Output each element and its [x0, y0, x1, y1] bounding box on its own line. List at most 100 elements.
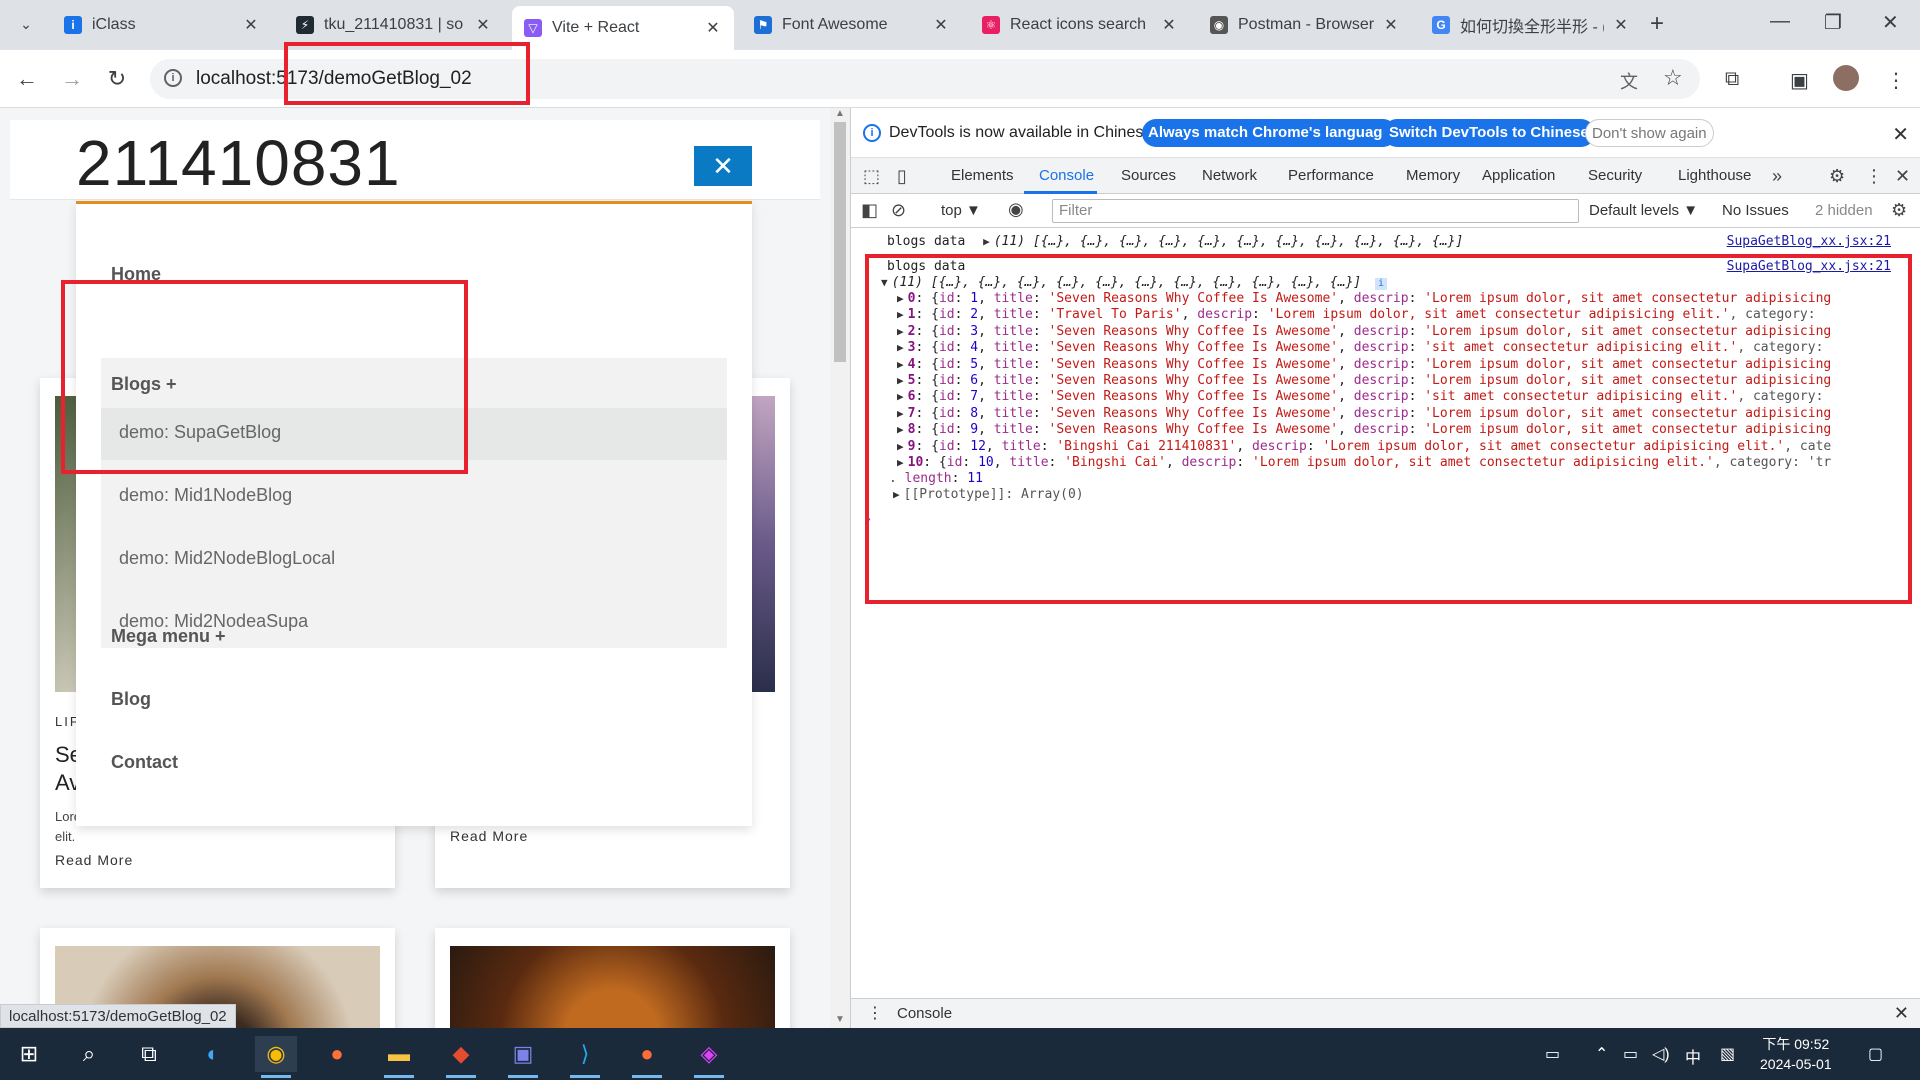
log-source-link[interactable]: SupaGetBlog_xx.jsx:21 — [1727, 234, 1891, 249]
menu-item-blog[interactable]: Blog — [111, 689, 151, 710]
settings-gear-icon[interactable]: ⚙ — [1829, 166, 1845, 187]
ime-indicator[interactable]: 中 — [1685, 1044, 1701, 1068]
new-tab-plus-icon[interactable]: + — [1650, 10, 1664, 38]
drawer-close-icon[interactable]: ✕ — [1894, 1003, 1909, 1024]
postman-icon[interactable]: ● — [626, 1036, 668, 1078]
menu-close-button[interactable]: ✕ — [694, 146, 752, 186]
task-view-icon[interactable]: ⧉ — [128, 1036, 170, 1072]
app-drop-icon[interactable]: ◈ — [688, 1036, 730, 1078]
context-selector[interactable]: top ▼ — [941, 202, 981, 219]
tab-elements[interactable]: Elements — [951, 167, 1014, 184]
tab-search-dropdown-icon[interactable]: ⌄ — [11, 9, 41, 39]
card-read-more-link[interactable]: Read More — [450, 828, 528, 844]
browser-tab[interactable]: i iClass ✕ — [52, 8, 272, 42]
submenu-item-mid1nodeblog[interactable]: demo: Mid1NodeBlog — [101, 471, 727, 523]
log-levels-dropdown[interactable]: Default levels ▼ — [1589, 202, 1698, 219]
submenu-item-mid2nodebloglocal[interactable]: demo: Mid2NodeBlogLocal — [101, 534, 727, 586]
sidebar-toggle-icon[interactable]: ◧ — [861, 200, 878, 221]
forward-arrow-icon[interactable]: → — [57, 64, 87, 94]
restore-icon[interactable]: ❐ — [1824, 10, 1842, 35]
chrome-menu-icon[interactable]: ⋮ — [1886, 68, 1906, 93]
console-settings-gear-icon[interactable]: ⚙ — [1891, 200, 1907, 221]
browser-tab[interactable]: ◉ Postman - Browser ✕ — [1198, 8, 1412, 42]
banner-close-icon[interactable]: ✕ — [1892, 122, 1909, 147]
tab-security[interactable]: Security — [1588, 167, 1642, 184]
blog-card[interactable] — [435, 928, 790, 1028]
tab-close-icon[interactable]: ✕ — [242, 15, 260, 35]
back-arrow-icon[interactable]: ← — [12, 64, 42, 94]
tab-close-icon[interactable]: ✕ — [1382, 15, 1400, 35]
menu-item-mega-menu[interactable]: Mega menu + — [111, 626, 226, 647]
notification-icon[interactable]: ▢ — [1868, 1044, 1883, 1064]
browser-tab[interactable]: ▽ Vite + React ✕ — [512, 6, 734, 50]
more-tabs-chevron-icon[interactable]: » — [1772, 166, 1782, 187]
card-read-more-link[interactable]: Read More — [55, 852, 133, 868]
tab-close-icon[interactable]: ✕ — [704, 18, 722, 38]
tab-close-icon[interactable]: ✕ — [474, 15, 492, 35]
edge-icon[interactable]: ◐ — [192, 1036, 234, 1072]
volume-icon[interactable]: ◁) — [1652, 1044, 1670, 1064]
search-icon[interactable]: ⌕ — [68, 1036, 110, 1072]
live-expression-eye-icon[interactable]: ◉ — [1008, 199, 1024, 220]
system-clock[interactable]: 下午 09:52 2024-05-01 — [1760, 1034, 1832, 1074]
ime-mode-icon[interactable]: ▧ — [1720, 1044, 1735, 1064]
side-panel-icon[interactable]: ▣ — [1790, 68, 1809, 93]
always-match-language-button[interactable]: Always match Chrome's language — [1142, 119, 1397, 147]
expand-triangle-icon[interactable]: ▶ — [983, 235, 990, 248]
device-toolbar-icon[interactable]: ▯ — [897, 166, 907, 187]
browser-tab[interactable]: ⚑ Font Awesome ✕ — [742, 8, 962, 42]
tab-performance[interactable]: Performance — [1288, 167, 1374, 184]
browser-tab[interactable]: ⚛ React icons search ✕ — [970, 8, 1190, 42]
clear-console-icon[interactable]: ⊘ — [891, 200, 906, 221]
console-filter-input[interactable]: Filter — [1052, 199, 1579, 223]
extensions-puzzle-icon[interactable]: ⧉ — [1725, 68, 1739, 91]
drawer-menu-icon[interactable]: ⋮ — [867, 1003, 883, 1023]
issues-counter[interactable]: No Issues — [1722, 202, 1789, 219]
minimize-icon[interactable]: — — [1770, 10, 1790, 33]
network-icon[interactable]: ▭ — [1623, 1044, 1638, 1064]
inspect-element-icon[interactable]: ⬚ — [863, 166, 880, 187]
scroll-down-icon[interactable]: ▼ — [835, 1014, 845, 1025]
reload-icon[interactable]: ↻ — [102, 64, 132, 94]
site-info-icon[interactable]: i — [164, 69, 182, 87]
menu-item-contact[interactable]: Contact — [111, 752, 178, 773]
scroll-up-icon[interactable]: ▲ — [835, 108, 845, 119]
tab-close-icon[interactable]: ✕ — [1160, 15, 1178, 35]
dont-show-again-button[interactable]: Don't show again — [1585, 119, 1714, 147]
profile-avatar[interactable] — [1833, 65, 1859, 91]
vscode-icon[interactable]: ⟩ — [564, 1036, 606, 1078]
tab-title: Font Awesome — [782, 16, 888, 33]
devtools-close-icon[interactable]: ✕ — [1895, 166, 1910, 187]
tab-sources[interactable]: Sources — [1121, 167, 1176, 184]
tab-close-icon[interactable]: ✕ — [932, 15, 950, 35]
file-explorer-icon[interactable]: ▬ — [378, 1036, 420, 1078]
devtools-menu-icon[interactable]: ⋮ — [1865, 166, 1883, 187]
banner-message: DevTools is now available in Chinese! — [889, 124, 1157, 141]
page-scrollbar[interactable]: ▲ ▼ — [830, 108, 850, 1028]
tray-chevron-icon[interactable]: ⌃ — [1595, 1044, 1608, 1064]
browser-tab[interactable]: ⚡ tku_211410831 | so ✕ — [284, 8, 504, 42]
console-filter-bar: ◧ ⊘ top ▼ ◉ Filter Default levels ▼ No I… — [851, 194, 1920, 228]
close-window-icon[interactable]: ✕ — [1882, 10, 1899, 35]
teams-icon[interactable]: ▣ — [502, 1036, 544, 1078]
card-description-line2: elit. — [55, 829, 76, 844]
windows-start-icon[interactable]: ⊞ — [8, 1036, 50, 1072]
chrome-icon[interactable]: ◉ — [255, 1036, 297, 1078]
tab-console[interactable]: Console — [1039, 167, 1094, 184]
tab-network[interactable]: Network — [1202, 167, 1257, 184]
browser-tab[interactable]: G 如何切換全形半形 - (✕ — [1420, 8, 1642, 42]
drawer-tab-console[interactable]: Console — [897, 1005, 952, 1022]
tab-application[interactable]: Application — [1482, 167, 1555, 184]
switch-to-chinese-button[interactable]: Switch DevTools to Chinese — [1383, 119, 1595, 147]
keyboard-icon[interactable]: ▭ — [1545, 1044, 1560, 1064]
info-icon: i — [863, 124, 881, 142]
translate-icon[interactable]: 文 — [1620, 68, 1638, 94]
bookmark-star-icon[interactable]: ☆ — [1663, 65, 1683, 91]
firefox-icon[interactable]: ● — [316, 1036, 358, 1072]
tab-memory[interactable]: Memory — [1406, 167, 1460, 184]
git-icon[interactable]: ◆ — [440, 1036, 482, 1078]
devtools-drawer: ⋮ Console ✕ — [851, 998, 1920, 1028]
tab-lighthouse[interactable]: Lighthouse — [1678, 167, 1751, 184]
tab-close-icon[interactable]: ✕ — [1612, 15, 1630, 35]
scrollbar-thumb[interactable] — [834, 122, 846, 362]
